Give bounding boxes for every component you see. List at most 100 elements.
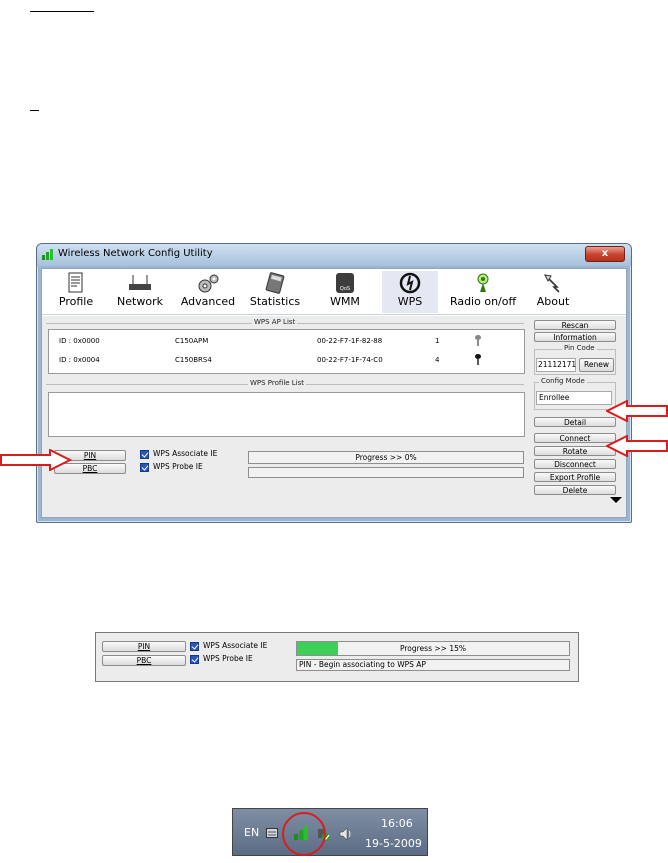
wps-icon [399, 272, 421, 294]
config-mode-value: Enrollee [539, 393, 570, 402]
heading-underline [30, 110, 39, 111]
about-icon [544, 274, 560, 293]
export-profile-button[interactable]: Export Profile [534, 472, 616, 482]
profile-icon [68, 272, 83, 293]
wps-profile-list[interactable] [48, 392, 525, 437]
ap-ssid[interactable]: C150BRS4 [175, 356, 212, 364]
language-indicator[interactable]: EN [244, 826, 259, 839]
assoc-ie-label: WPS Associate IE [203, 641, 268, 650]
pbc-button-label: PBC [136, 656, 152, 665]
tab-wmm[interactable]: QoS WMM [320, 271, 370, 313]
status-field: PIN - Begin associating to WPS AP [296, 659, 570, 671]
wps-progress-bar: Progress >> 15% [296, 641, 570, 656]
advanced-icon [198, 274, 219, 293]
assoc-ie-label: WPS Associate IE [153, 449, 218, 458]
rescan-button[interactable]: Rescan [534, 320, 616, 330]
probe-ie-checkbox[interactable] [190, 655, 199, 664]
pin-code-field[interactable]: 21112171 [536, 358, 576, 372]
rotate-button[interactable]: Rotate [534, 446, 616, 456]
tab-statistics[interactable]: Statistics [246, 271, 304, 313]
ap-channel[interactable]: 1 [435, 337, 439, 345]
taskbar-tray: EN 16:06 19-5-2009 [232, 808, 428, 856]
tab-label: Statistics [249, 295, 301, 308]
information-label: Information [553, 333, 597, 342]
speaker-icon[interactable] [339, 827, 353, 841]
pin-button-label: PIN [137, 642, 151, 651]
lock-icon [475, 354, 481, 365]
network-icon [129, 275, 151, 290]
wmm-badge: QoS [340, 286, 350, 292]
information-button[interactable]: Information [534, 332, 616, 342]
tab-label: WMM [330, 295, 360, 308]
ap-ssid[interactable]: C150APM [175, 337, 208, 345]
pbc-button[interactable]: PBC [102, 655, 186, 666]
page: Wireless Network Config Utility x Profil… [0, 0, 668, 863]
progress-text: Progress >> 15% [399, 644, 466, 653]
pin-button-label: PIN [83, 451, 97, 460]
close-icon: x [601, 248, 609, 259]
tab-radio-on-off[interactable]: Radio on/off [448, 271, 518, 313]
statistics-icon [265, 272, 285, 294]
export-profile-label: Export Profile [549, 473, 601, 482]
renew-button[interactable]: Renew [579, 358, 614, 372]
pin-code-title: Pin Code [562, 344, 597, 352]
window-title: Wireless Network Config Utility [58, 248, 213, 259]
wps-progress-panel: PIN PBC WPS Associate IE WPS Probe IE Pr… [95, 632, 579, 682]
title-bar[interactable]: Wireless Network Config Utility x [37, 244, 631, 266]
ap-mac[interactable]: 00-22-F7-1F-82-88 [317, 337, 382, 345]
rotate-label: Rotate [562, 447, 588, 456]
rescan-label: Rescan [561, 321, 589, 330]
client-area: Profile Network Advanced Statistics QoS … [41, 268, 627, 518]
progress-text: Progress >> 0% [355, 453, 417, 462]
disconnect-button[interactable]: Disconnect [534, 459, 616, 469]
clock-time[interactable]: 16:06 [381, 817, 413, 830]
delete-button[interactable]: Delete [534, 485, 616, 495]
ap-channel[interactable]: 4 [435, 356, 439, 364]
status-field [248, 467, 524, 478]
heading-underline [30, 11, 94, 12]
highlight-circle-icon [282, 812, 326, 856]
wps-ap-list[interactable]: ID : 0x0000 C150APM 00-22-F7-1F-82-88 1 … [48, 329, 525, 374]
pbc-button-label: PBC [82, 464, 98, 473]
tab-wps[interactable]: WPS [382, 271, 438, 313]
assoc-ie-checkbox[interactable] [190, 642, 199, 651]
ap-id[interactable]: ID : 0x0004 [59, 356, 100, 364]
probe-ie-label: WPS Probe IE [203, 654, 253, 663]
wmm-icon: QoS [336, 273, 354, 293]
detail-button[interactable]: Detail [534, 417, 616, 427]
connect-label: Connect [559, 434, 591, 443]
ap-id[interactable]: ID : 0x0000 [59, 337, 100, 345]
keyboard-icon[interactable] [266, 828, 278, 838]
ap-mac[interactable]: 00-22-F7-1F-74-C0 [317, 356, 383, 364]
assoc-ie-checkbox[interactable] [140, 450, 149, 459]
toolbar: Profile Network Advanced Statistics QoS … [42, 269, 626, 315]
connect-button[interactable]: Connect [534, 433, 616, 443]
tab-label: Radio on/off [449, 295, 517, 308]
profile-list-title: WPS Profile List [248, 379, 307, 387]
probe-ie-checkbox[interactable] [140, 463, 149, 472]
tab-label: Advanced [180, 295, 236, 308]
status-text: PIN - Begin associating to WPS AP [299, 660, 426, 669]
radio-icon [477, 273, 489, 292]
wps-progress-bar: Progress >> 0% [248, 451, 524, 464]
disconnect-label: Disconnect [554, 460, 596, 469]
renew-label: Renew [584, 360, 609, 369]
lock-icon [475, 335, 481, 346]
tab-advanced[interactable]: Advanced [178, 271, 238, 313]
progress-fill [297, 642, 338, 655]
scroll-down-icon[interactable] [610, 497, 622, 503]
wireless-app-icon [42, 249, 53, 260]
detail-label: Detail [563, 418, 587, 427]
pin-button[interactable]: PIN [102, 641, 186, 652]
config-mode-select[interactable]: Enrollee [536, 391, 612, 405]
tab-profile[interactable]: Profile [50, 271, 102, 313]
close-button[interactable]: x [585, 246, 625, 262]
config-mode-title: Config Mode [539, 377, 587, 385]
tab-network[interactable]: Network [112, 271, 168, 313]
arrow-left-icon [606, 400, 668, 422]
ap-list-title: WPS AP List [252, 318, 298, 326]
clock-date[interactable]: 19-5-2009 [365, 837, 422, 850]
tab-about[interactable]: About [530, 271, 576, 313]
wireless-config-window: Wireless Network Config Utility x Profil… [36, 243, 632, 523]
tab-label: Profile [58, 295, 94, 308]
